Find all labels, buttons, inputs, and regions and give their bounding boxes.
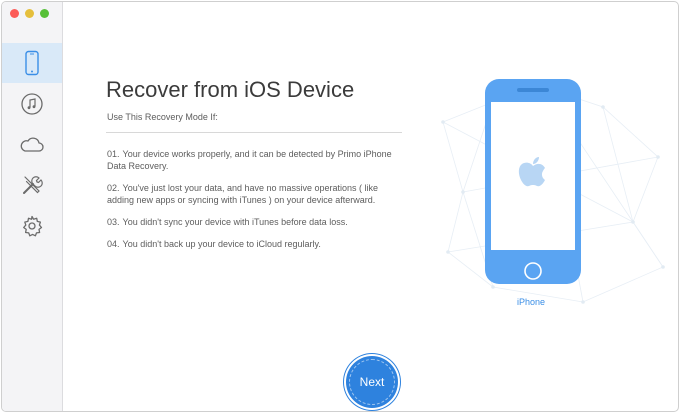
- zoom-window-button[interactable]: [40, 9, 49, 18]
- main-panel: Recover from iOS Device Use This Recover…: [63, 2, 678, 411]
- cloud-icon: [20, 137, 44, 152]
- page-title: Recover from iOS Device: [106, 77, 355, 102]
- sidebar-item-tools[interactable]: [2, 165, 62, 205]
- app-window: Recover from iOS Device Use This Recover…: [1, 1, 679, 412]
- window-controls: [10, 9, 49, 18]
- list-item-number: 01.: [107, 149, 120, 159]
- list-item-number: 03.: [107, 217, 120, 227]
- list-item-text: Your device works properly, and it can b…: [107, 149, 392, 171]
- list-item: 04. You didn't back up your device to iCl…: [107, 238, 407, 250]
- sidebar-item-itunes[interactable]: [2, 84, 62, 124]
- recovery-conditions-list: 01. Your device works properly, and it ca…: [107, 148, 407, 260]
- iphone-icon: [25, 50, 39, 76]
- next-button-label: Next: [359, 375, 385, 389]
- list-item: 01. Your device works properly, and it ca…: [107, 148, 407, 172]
- minimize-window-button[interactable]: [25, 9, 34, 18]
- list-item-text: You didn't sync your device with iTunes …: [122, 217, 348, 227]
- title-divider: [106, 132, 402, 133]
- sidebar-item-ios-device[interactable]: [2, 43, 62, 83]
- sidebar-item-icloud[interactable]: [2, 125, 62, 165]
- list-item-text: You didn't back up your device to iCloud…: [122, 239, 321, 249]
- gear-icon: [23, 215, 43, 237]
- list-item: 03. You didn't sync your device with iTun…: [107, 216, 407, 228]
- sidebar-item-settings[interactable]: [2, 206, 62, 246]
- list-item-number: 04.: [107, 239, 120, 249]
- list-item-text: You've just lost your data, and have no …: [107, 183, 379, 205]
- list-item-number: 02.: [107, 183, 120, 193]
- tools-icon: [23, 176, 43, 194]
- page-subtitle: Use This Recovery Mode If:: [107, 112, 218, 122]
- sidebar: [2, 2, 63, 411]
- list-item: 02. You've just lost your data, and have …: [107, 182, 407, 206]
- music-note-icon: [21, 93, 43, 115]
- next-button[interactable]: Next: [346, 356, 398, 408]
- device-name-label: iPhone: [517, 297, 546, 307]
- close-window-button[interactable]: [10, 9, 19, 18]
- iphone-illustration: [441, 79, 665, 304]
